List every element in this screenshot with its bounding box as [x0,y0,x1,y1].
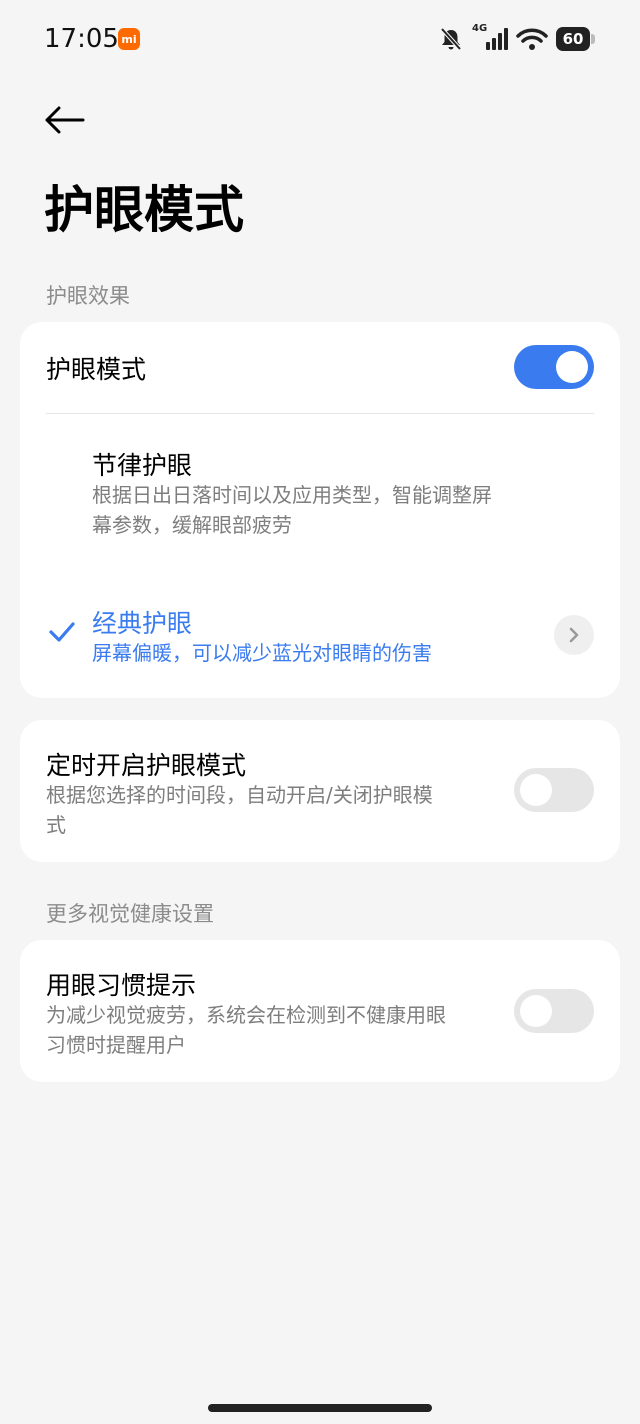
habit-reminder-title: 用眼习惯提示 [46,971,197,1000]
chevron-right-icon [569,627,579,643]
schedule-row[interactable]: 定时开启护眼模式 根据您选择的时间段，自动开启/关闭护眼模 式 [20,720,620,862]
toggle-knob [520,995,552,1027]
option-title: 经典护眼 [92,609,193,638]
back-button[interactable] [40,98,90,142]
eye-mode-label: 护眼模式 [46,355,147,384]
option-description-line2: 幕参数，缓解眼部疲劳 [92,513,292,537]
signal-icon: 4G [472,23,508,52]
option-description-line1: 根据日出日落时间以及应用类型，智能调整屏 [92,483,492,507]
divider [46,413,594,414]
mi-brand-icon: mi [118,28,140,50]
status-time: 17:05 [44,24,119,54]
schedule-title: 定时开启护眼模式 [46,751,247,780]
battery-icon: 60 [556,27,596,51]
schedule-toggle[interactable] [514,768,594,812]
eye-mode-toggle[interactable] [514,345,594,389]
bell-off-icon [440,27,462,51]
option-description: 屏幕偏暖，可以减少蓝光对眼睛的伤害 [92,641,432,665]
arrow-left-icon [45,106,85,134]
habit-reminder-description-line1: 为减少视觉疲劳，系统会在检测到不健康用眼 [46,1003,446,1027]
eye-mode-row[interactable]: 护眼模式 [20,322,620,412]
page-title: 护眼模式 [44,181,244,239]
status-bar: 17:05 mi 4G 60 [0,0,640,80]
toggle-knob [520,774,552,806]
option-details-button[interactable] [554,615,594,655]
home-indicator[interactable] [208,1404,432,1412]
habit-reminder-row[interactable]: 用眼习惯提示 为减少视觉疲劳，系统会在检测到不健康用眼 习惯时提醒用户 [20,940,620,1082]
option-title: 节律护眼 [92,451,193,480]
option-classic-eye-care[interactable]: 经典护眼 屏幕偏暖，可以减少蓝光对眼睛的伤害 [20,592,620,682]
toggle-knob [556,351,588,383]
option-rhythm-eye-care[interactable]: 节律护眼 根据日出日落时间以及应用类型，智能调整屏 幕参数，缓解眼部疲劳 [20,422,620,562]
habit-reminder-description-line2: 习惯时提醒用户 [46,1033,186,1057]
habit-reminder-card: 用眼习惯提示 为减少视觉疲劳，系统会在检测到不健康用眼 习惯时提醒用户 [20,940,620,1082]
section-label-eye-effect: 护眼效果 [46,284,130,308]
section-label-more-settings: 更多视觉健康设置 [46,902,214,926]
wifi-icon [516,28,548,50]
eye-effect-card: 护眼模式 节律护眼 根据日出日落时间以及应用类型，智能调整屏 幕参数，缓解眼部疲… [20,322,620,698]
check-icon [49,622,75,642]
battery-level: 60 [556,27,590,51]
schedule-description-line1: 根据您选择的时间段，自动开启/关闭护眼模 [46,783,433,807]
status-icons: 4G 60 [438,23,596,54]
schedule-description-line2: 式 [46,813,66,837]
schedule-card: 定时开启护眼模式 根据您选择的时间段，自动开启/关闭护眼模 式 [20,720,620,862]
habit-reminder-toggle[interactable] [514,989,594,1033]
